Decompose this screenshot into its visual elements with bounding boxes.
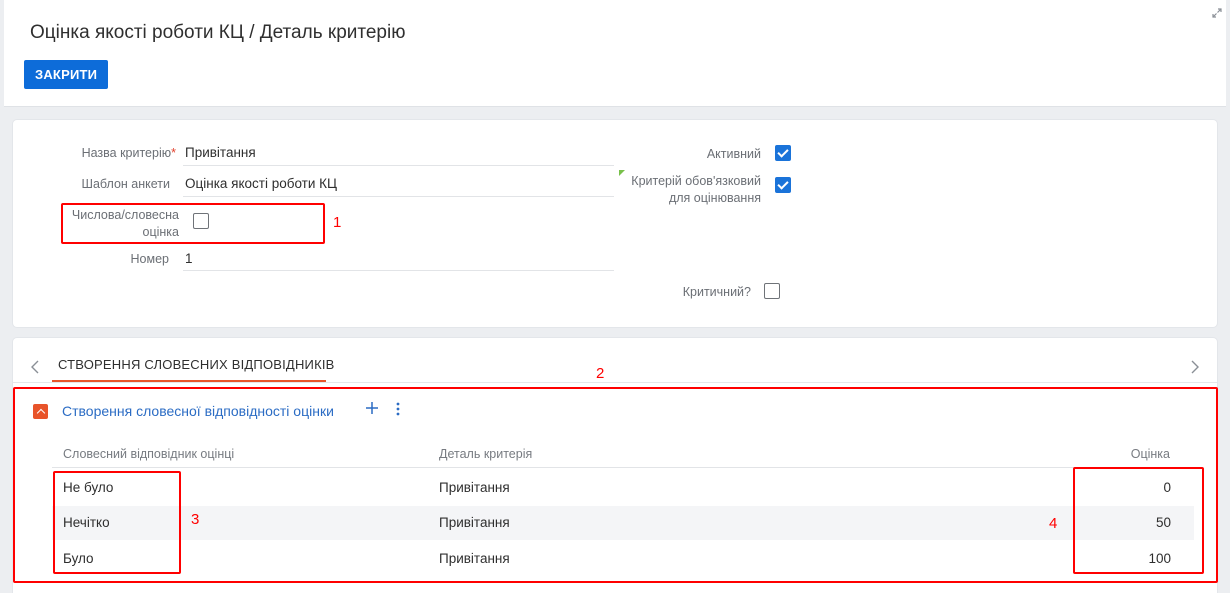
number-label: Номер — [130, 252, 169, 266]
annotation-label-2: 2 — [596, 365, 605, 382]
page-header: Оцінка якості роботи КЦ / Деталь критері… — [4, 0, 1226, 107]
annotation-label-1: 1 — [333, 214, 342, 231]
active-checkbox[interactable] — [775, 145, 791, 161]
critical-checkbox[interactable] — [764, 283, 780, 299]
template-field[interactable]: Оцінка якості роботи КЦ — [185, 175, 337, 192]
annotation-box-3 — [53, 471, 181, 574]
criterion-name-field[interactable]: Привітання — [185, 144, 256, 161]
tab-divider — [13, 382, 1217, 383]
number-underline — [183, 270, 614, 271]
page-title: Оцінка якості роботи КЦ / Деталь критері… — [30, 22, 406, 43]
active-label: Активний — [706, 147, 761, 161]
expand-icon[interactable] — [1212, 8, 1222, 18]
annotation-label-3: 3 — [191, 511, 200, 528]
annotation-box-4 — [1073, 467, 1204, 574]
criterion-name-underline — [183, 165, 614, 166]
critical-label: Критичний? — [682, 285, 751, 299]
criterion-name-label: Назва критерію* — [81, 146, 176, 160]
tab-verbal-equivalents[interactable]: СТВОРЕННЯ СЛОВЕСНИХ ВІДПОВІДНИКІВ — [58, 357, 335, 372]
tabs-next-icon[interactable] — [1191, 360, 1199, 375]
template-underline — [183, 196, 614, 197]
annotation-label-4: 4 — [1049, 515, 1058, 532]
mandatory-checkbox[interactable] — [775, 177, 791, 193]
annotation-box-1 — [61, 203, 325, 244]
tabs-prev-icon[interactable] — [31, 360, 39, 375]
mandatory-label: Критерій обов'язковий для оцінювання — [631, 174, 761, 205]
close-button[interactable]: ЗАКРИТИ — [24, 60, 109, 89]
number-field[interactable]: 1 — [185, 250, 193, 267]
annotation-box-2 — [13, 387, 1218, 583]
template-label: Шаблон анкети — [81, 177, 170, 191]
